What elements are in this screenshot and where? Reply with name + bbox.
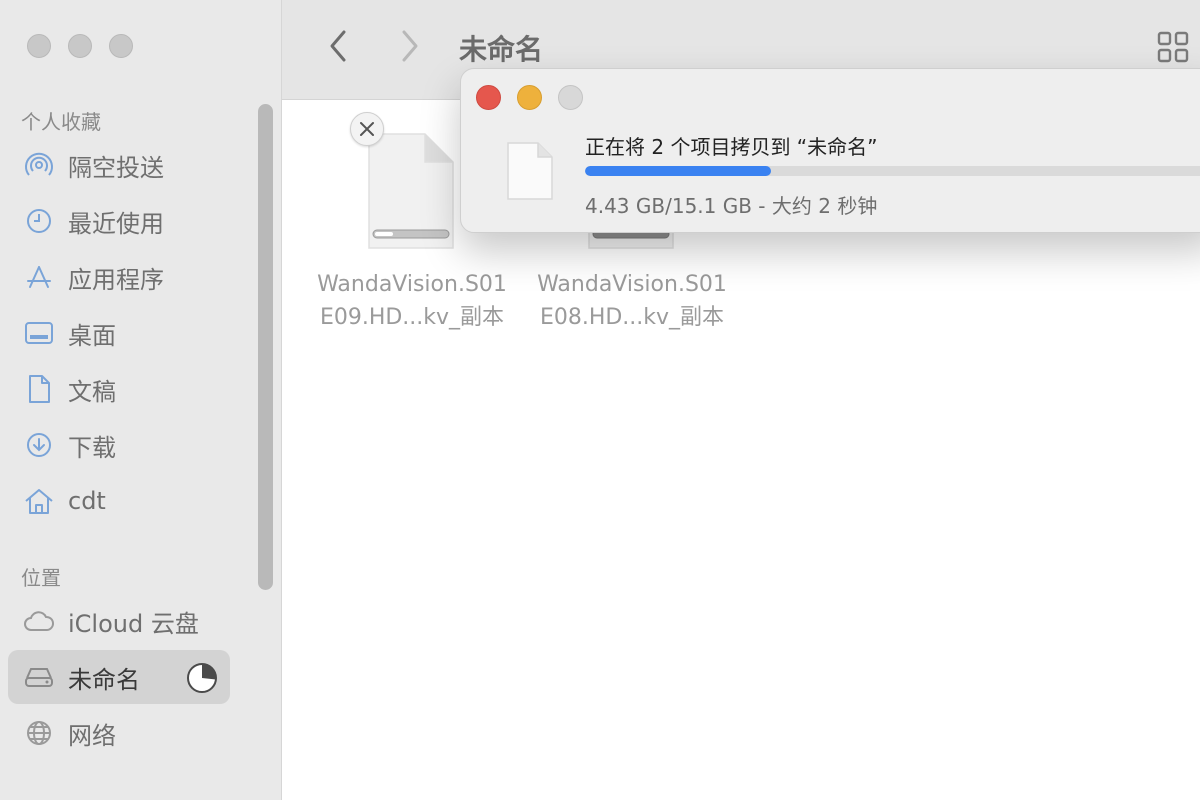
copy-title: 正在将 2 个项目拷贝到 “未命名”: [585, 135, 878, 159]
cancel-copy-button[interactable]: [350, 112, 384, 146]
locations-section-title: 位置: [21, 566, 61, 590]
sidebar-item-applications[interactable]: 应用程序: [8, 250, 230, 304]
clock-icon: [22, 204, 56, 238]
sidebar: 个人收藏 隔空投送 最近使用 应用程序 桌面 文稿 下载 cdt 位置 iClo…: [0, 0, 282, 800]
close-icon: [360, 122, 374, 136]
window-traffic-lights: [27, 34, 133, 58]
sidebar-item-recents[interactable]: 最近使用: [8, 194, 230, 248]
copy-progress-window: 正在将 2 个项目拷贝到 “未命名” 4.43 GB/15.1 GB - 大约 …: [460, 68, 1200, 233]
sidebar-item-label: 桌面: [68, 321, 116, 350]
applications-icon: [22, 260, 56, 294]
close-button[interactable]: [27, 34, 51, 58]
progress-fill: [585, 166, 771, 176]
sidebar-item-label: 未命名: [68, 665, 140, 694]
airdrop-icon: [22, 148, 56, 182]
sidebar-item-label: cdt: [68, 487, 106, 515]
sidebar-item-icloud[interactable]: iCloud 云盘: [8, 594, 230, 648]
home-icon: [22, 484, 56, 518]
copy-window-traffic-lights: [476, 85, 583, 110]
file-name: WandaVision.S01 E09.HD...kv_副本: [317, 272, 507, 330]
sidebar-item-airdrop[interactable]: 隔空投送: [8, 138, 230, 192]
forward-button[interactable]: [390, 26, 430, 66]
file-icon: [365, 132, 457, 256]
copy-minimize-button[interactable]: [517, 85, 542, 110]
eject-progress-icon[interactable]: [186, 662, 218, 698]
sidebar-item-label: 隔空投送: [68, 153, 164, 182]
back-button[interactable]: [318, 26, 358, 66]
sidebar-item-untitled-drive[interactable]: 未命名: [8, 650, 230, 704]
desktop-icon: [22, 316, 56, 350]
file-name: WandaVision.S01 E08.HD...kv_副本: [537, 272, 727, 330]
zoom-button[interactable]: [109, 34, 133, 58]
sidebar-scrollbar[interactable]: [258, 104, 273, 590]
sidebar-item-downloads[interactable]: 下载: [8, 418, 230, 472]
chevron-right-icon: [402, 30, 418, 62]
sidebar-item-label: 下载: [68, 433, 116, 462]
chevron-left-icon: [330, 30, 346, 62]
download-icon: [22, 428, 56, 462]
sidebar-item-network[interactable]: 网络: [8, 706, 230, 760]
copy-status: 4.43 GB/15.1 GB - 大约 2 秒钟: [585, 194, 878, 218]
globe-icon: [22, 716, 56, 750]
window-title: 未命名: [459, 33, 544, 66]
grid-view-icon: [1157, 31, 1189, 63]
copy-document-icon: [506, 141, 554, 205]
document-icon: [22, 372, 56, 406]
favorites-section-title: 个人收藏: [21, 110, 101, 134]
sidebar-item-label: 最近使用: [68, 209, 164, 238]
sidebar-item-label: 网络: [68, 721, 116, 750]
cloud-icon: [22, 604, 56, 638]
sidebar-item-desktop[interactable]: 桌面: [8, 306, 230, 360]
sidebar-item-label: 应用程序: [68, 265, 164, 294]
copy-progress-bar: [585, 166, 1200, 176]
drive-icon: [22, 660, 56, 694]
icon-view-button[interactable]: [1156, 30, 1190, 68]
sidebar-item-documents[interactable]: 文稿: [8, 362, 230, 416]
sidebar-item-label: iCloud 云盘: [68, 609, 199, 638]
sidebar-item-home[interactable]: cdt: [8, 474, 230, 528]
minimize-button[interactable]: [68, 34, 92, 58]
copy-close-button[interactable]: [476, 85, 501, 110]
sidebar-item-label: 文稿: [68, 377, 116, 406]
copy-zoom-button[interactable]: [558, 85, 583, 110]
